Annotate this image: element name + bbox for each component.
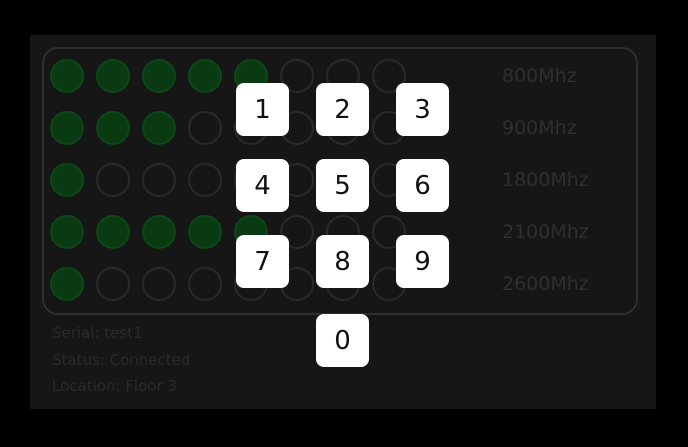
- key-3-button[interactable]: 3: [396, 83, 449, 136]
- signal-dot: [96, 59, 130, 93]
- signal-dot: [142, 267, 176, 301]
- signal-dot: [96, 267, 130, 301]
- key-7-button[interactable]: 7: [236, 235, 289, 288]
- signal-dot: [188, 59, 222, 93]
- key-1-button[interactable]: 1: [236, 83, 289, 136]
- band-label: 1800Mhz: [502, 169, 589, 191]
- key-4-button[interactable]: 4: [236, 159, 289, 212]
- signal-dot: [188, 163, 222, 197]
- location-label: Location: Floor 3: [52, 377, 177, 395]
- key-8-button[interactable]: 8: [316, 235, 369, 288]
- band-label: 2100Mhz: [502, 221, 589, 243]
- key-5-button[interactable]: 5: [316, 159, 369, 212]
- key-6-button[interactable]: 6: [396, 159, 449, 212]
- band-label: 800Mhz: [502, 65, 577, 87]
- signal-dot: [188, 215, 222, 249]
- signal-dot: [50, 163, 84, 197]
- signal-dot: [188, 267, 222, 301]
- signal-dot: [50, 111, 84, 145]
- signal-dot: [96, 215, 130, 249]
- screen: 800Mhz 900Mhz 1800Mhz 2100Mhz 2600Mhz Se…: [0, 0, 688, 447]
- key-9-button[interactable]: 9: [396, 235, 449, 288]
- signal-dot: [50, 267, 84, 301]
- key-0-button[interactable]: 0: [316, 314, 369, 367]
- serial-label: Serial: test1: [52, 324, 143, 342]
- signal-dot: [96, 163, 130, 197]
- signal-dot: [50, 215, 84, 249]
- signal-dot: [50, 59, 84, 93]
- signal-dot: [142, 59, 176, 93]
- status-label: Status: Connected: [52, 351, 191, 369]
- signal-dot: [188, 111, 222, 145]
- signal-dot: [142, 215, 176, 249]
- band-label: 900Mhz: [502, 117, 577, 139]
- signal-dot: [142, 163, 176, 197]
- key-2-button[interactable]: 2: [316, 83, 369, 136]
- band-label: 2600Mhz: [502, 273, 589, 295]
- signal-dot: [96, 111, 130, 145]
- signal-dot: [142, 111, 176, 145]
